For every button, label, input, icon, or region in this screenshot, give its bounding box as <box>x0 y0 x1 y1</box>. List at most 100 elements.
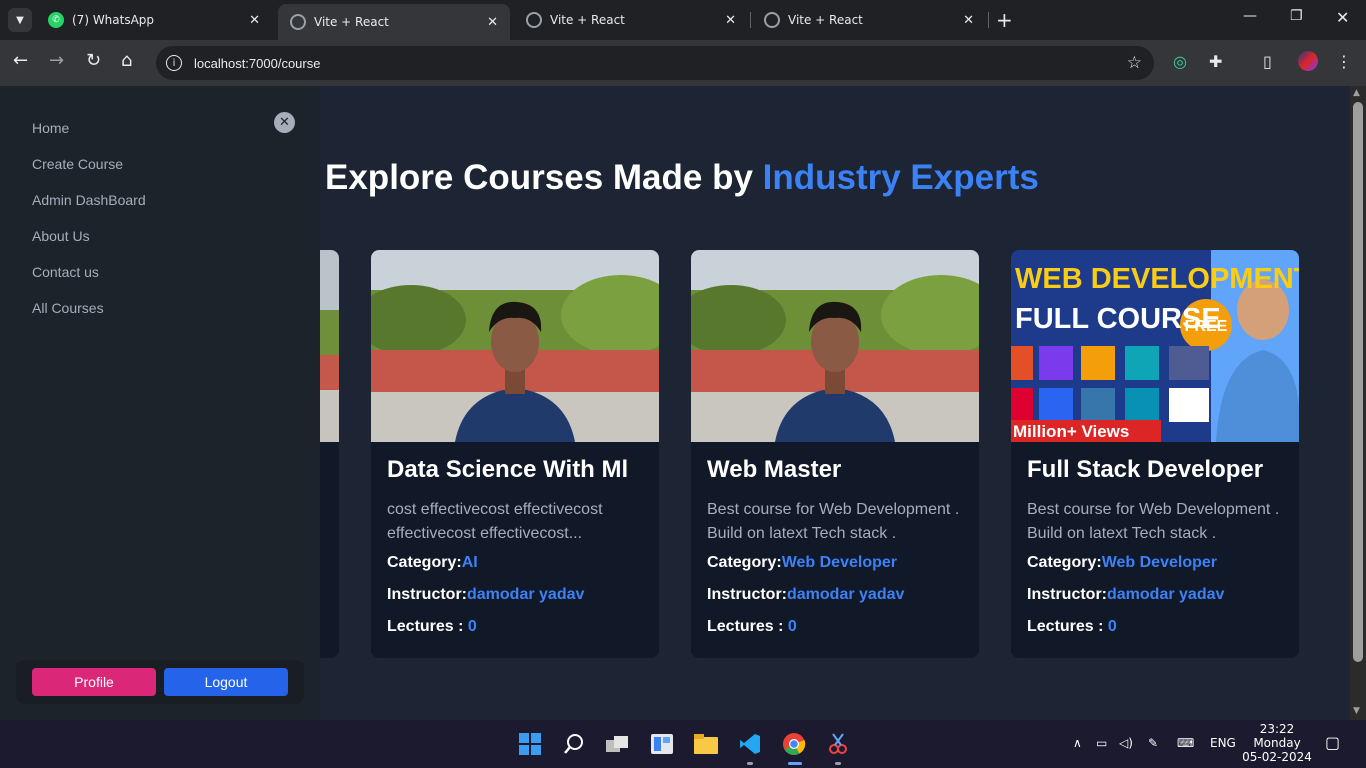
sidebar-item-all-courses[interactable]: All Courses <box>16 290 286 326</box>
course-card[interactable]: FREE WEB DEVELOPMENT FULL COURSE Million… <box>1011 250 1299 658</box>
scroll-down-icon[interactable]: ▼ <box>1353 706 1360 716</box>
close-icon[interactable]: ✕ <box>725 13 736 28</box>
sidebar-item-about-us[interactable]: About Us <box>16 218 286 254</box>
course-lectures: Lectures : 0 <box>387 618 477 635</box>
vscode-icon[interactable] <box>738 732 762 756</box>
avatar[interactable] <box>1298 51 1318 71</box>
tab-title: Vite + React <box>788 13 863 27</box>
bookmark-star-icon[interactable]: ☆ <box>1127 53 1142 73</box>
course-category: Category:Web Developer <box>1027 554 1217 571</box>
course-description: Best course for Web Development . Build … <box>1027 501 1280 542</box>
scrollbar-thumb[interactable] <box>1353 102 1363 662</box>
page-title: Explore Courses Made by Industry Experts <box>325 158 1039 197</box>
course-category: Category:AI <box>387 554 478 571</box>
scroll-up-icon[interactable]: ▲ <box>1353 88 1360 98</box>
active-indicator <box>788 762 802 765</box>
course-lectures: Lectures : 0 <box>707 618 797 635</box>
sidebar-footer: Profile Logout <box>16 660 304 704</box>
notification-icon[interactable]: ▢ <box>1325 733 1340 752</box>
page-viewport: Explore Courses Made by Industry Experts <box>0 86 1350 720</box>
course-thumbnail <box>691 250 979 442</box>
tab-divider <box>750 12 751 28</box>
extension-icon[interactable]: ◎ <box>1173 52 1187 71</box>
globe-icon <box>526 12 542 28</box>
volume-icon[interactable]: ◁) <box>1119 736 1133 750</box>
tray-overflow-icon[interactable]: ∧ <box>1073 736 1082 750</box>
home-icon[interactable]: ⌂ <box>121 50 132 71</box>
course-thumbnail: FREE WEB DEVELOPMENT FULL COURSE Million… <box>1011 250 1299 442</box>
course-lectures: Lectures : 0 <box>1027 618 1117 635</box>
tab-title: (7) WhatsApp <box>72 13 155 27</box>
sidebar-item-create-course[interactable]: Create Course <box>16 146 286 182</box>
close-icon[interactable]: ✕ <box>487 15 498 30</box>
close-icon[interactable]: ✕ <box>963 13 974 28</box>
svg-text:FULL COURSE: FULL COURSE <box>1015 303 1221 335</box>
tab-whatsapp[interactable]: ✆ (7) WhatsApp ✕ <box>36 4 272 36</box>
chrome-icon[interactable] <box>782 732 806 756</box>
course-instructor: Instructor:damodar yadav <box>387 586 585 603</box>
close-icon[interactable]: ✕ <box>249 13 260 28</box>
address-bar[interactable]: i ☆ <box>156 46 1154 80</box>
clock-date: 05-02-2024 <box>1242 750 1312 764</box>
menu-dots-icon[interactable]: ⋮ <box>1336 52 1352 71</box>
windows-start-icon[interactable] <box>518 732 542 756</box>
course-category: Category:Web Developer <box>707 554 897 571</box>
tab-search-button[interactable]: ▼ <box>8 8 32 32</box>
running-indicator <box>835 762 841 765</box>
task-view-icon[interactable] <box>606 732 630 756</box>
window-close-icon[interactable]: ✕ <box>1336 8 1349 27</box>
course-title: Data Science With Ml <box>387 456 629 483</box>
course-description: cost effectivecost effectivecost effecti… <box>387 501 603 542</box>
tab-strip: ▼ ✆ (7) WhatsApp ✕ Vite + React ✕ Vite +… <box>0 0 1366 40</box>
restore-icon[interactable]: ❐ <box>1290 8 1303 24</box>
sidebar-drawer: ✕ Home Create Course Admin DashBoard Abo… <box>0 86 320 720</box>
course-description: Best course for Web Development . Build … <box>707 501 960 542</box>
course-card[interactable]: Data Science With Ml cost effectivecost … <box>371 250 659 658</box>
course-instructor: Instructor:damodar yadav <box>707 586 905 603</box>
logout-button[interactable]: Logout <box>164 668 288 696</box>
back-icon[interactable]: ← <box>13 50 28 71</box>
clock[interactable]: 23:22 Monday 05-02-2024 <box>1240 722 1314 764</box>
page-scrollbar[interactable]: ▲ ▼ <box>1350 86 1366 720</box>
forward-icon[interactable]: → <box>49 50 64 71</box>
profile-button[interactable]: Profile <box>32 668 156 696</box>
running-indicator <box>747 762 753 765</box>
globe-icon <box>290 14 306 30</box>
page-title-accent: Industry Experts <box>762 158 1039 197</box>
extensions-puzzle-icon[interactable]: ✚ <box>1209 52 1222 71</box>
tab-vite-react[interactable]: Vite + React ✕ <box>514 4 748 36</box>
sidebar-item-contact-us[interactable]: Contact us <box>16 254 286 290</box>
tab-title: Vite + React <box>314 15 389 29</box>
new-tab-icon[interactable]: + <box>996 8 1013 32</box>
tab-vite-react-active[interactable]: Vite + React ✕ <box>278 4 510 40</box>
browser-toolbar: ← → ↻ ⌂ i ☆ ◎ ✚ ▯ ⋮ <box>0 40 1366 86</box>
snipping-tool-icon[interactable] <box>826 732 850 756</box>
keyboard-icon[interactable]: ⌨ <box>1177 736 1194 750</box>
course-card[interactable]: Web Master Best course for Web Developme… <box>691 250 979 658</box>
file-explorer-icon[interactable] <box>694 732 718 756</box>
whatsapp-icon: ✆ <box>48 12 64 28</box>
course-instructor: Instructor:damodar yadav <box>1027 586 1225 603</box>
course-title: Web Master <box>707 456 842 483</box>
clock-time: 23:22 <box>1259 722 1295 736</box>
sidebar-item-admin-dashboard[interactable]: Admin DashBoard <box>16 182 286 218</box>
url-input[interactable] <box>194 55 1094 71</box>
site-info-icon[interactable]: i <box>166 55 182 71</box>
network-icon[interactable]: ▭ <box>1096 736 1107 750</box>
svg-text:Million+ Views: Million+ Views <box>1013 422 1129 441</box>
sidebar-menu: Home Create Course Admin DashBoard About… <box>16 110 286 326</box>
globe-icon <box>764 12 780 28</box>
taskbar: ∧ ▭ ◁) ✎ ⌨ ENG 23:22 Monday 05-02-2024 ▢ <box>0 720 1366 768</box>
language-indicator[interactable]: ENG <box>1210 736 1236 750</box>
svg-text:WEB DEVELOPMENT: WEB DEVELOPMENT <box>1015 263 1299 295</box>
widgets-icon[interactable] <box>650 732 674 756</box>
reload-icon[interactable]: ↻ <box>86 50 101 71</box>
clock-day: Monday <box>1253 736 1301 750</box>
side-panel-icon[interactable]: ▯ <box>1263 52 1272 71</box>
tab-vite-react[interactable]: Vite + React ✕ <box>752 4 986 36</box>
sidebar-item-home[interactable]: Home <box>16 110 286 146</box>
search-icon[interactable] <box>562 732 586 756</box>
tab-title: Vite + React <box>550 13 625 27</box>
minimize-icon[interactable]: — <box>1243 8 1257 24</box>
pen-icon[interactable]: ✎ <box>1148 736 1158 750</box>
